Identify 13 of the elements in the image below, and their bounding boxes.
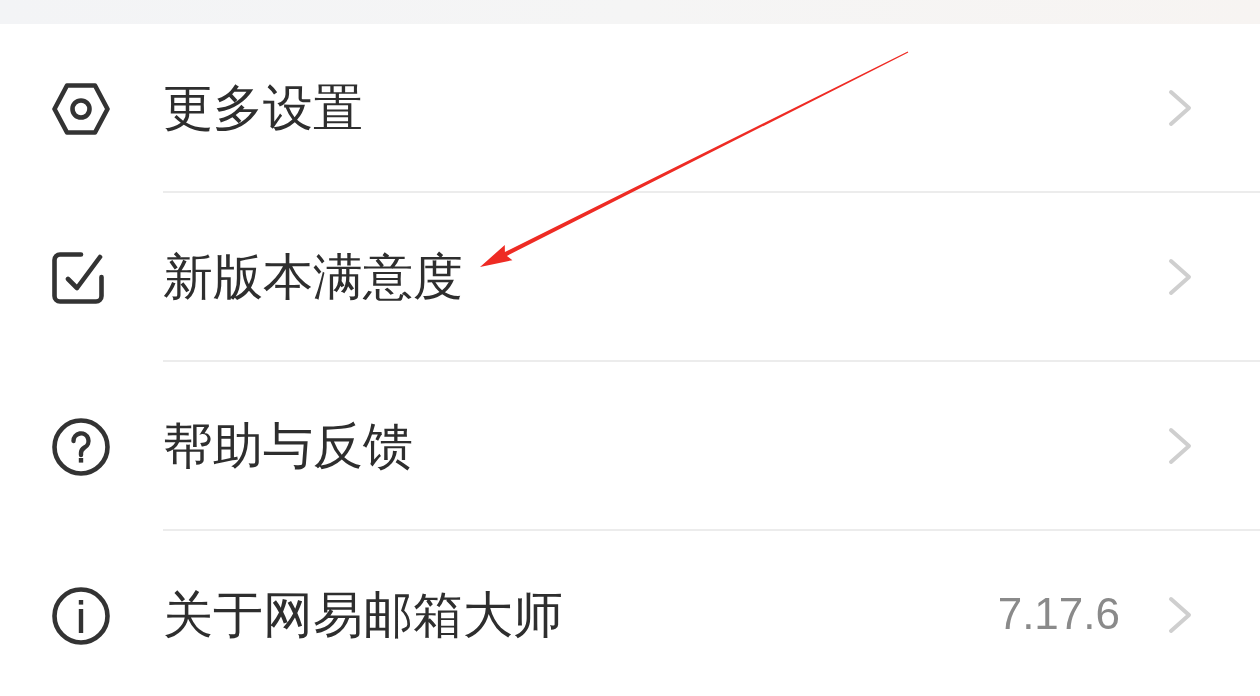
info-icon — [52, 586, 110, 645]
settings-icon — [52, 82, 110, 135]
version-text: 7.17.6 — [997, 588, 1120, 641]
menu-item[interactable]: 关于网易邮箱大师 — [163, 584, 563, 645]
menu-item[interactable]: 新版本满意度 — [163, 246, 463, 307]
chevron-right-icon — [1168, 88, 1192, 127]
chevron-right-icon — [1168, 426, 1192, 465]
menu-item[interactable]: 更多设置 — [163, 77, 363, 138]
help-icon — [52, 417, 110, 476]
checked-box-icon — [52, 251, 104, 304]
chevron-right-icon — [1168, 595, 1192, 634]
menu-item[interactable]: 帮助与反馈 — [163, 415, 413, 476]
chevron-right-icon — [1168, 257, 1192, 296]
